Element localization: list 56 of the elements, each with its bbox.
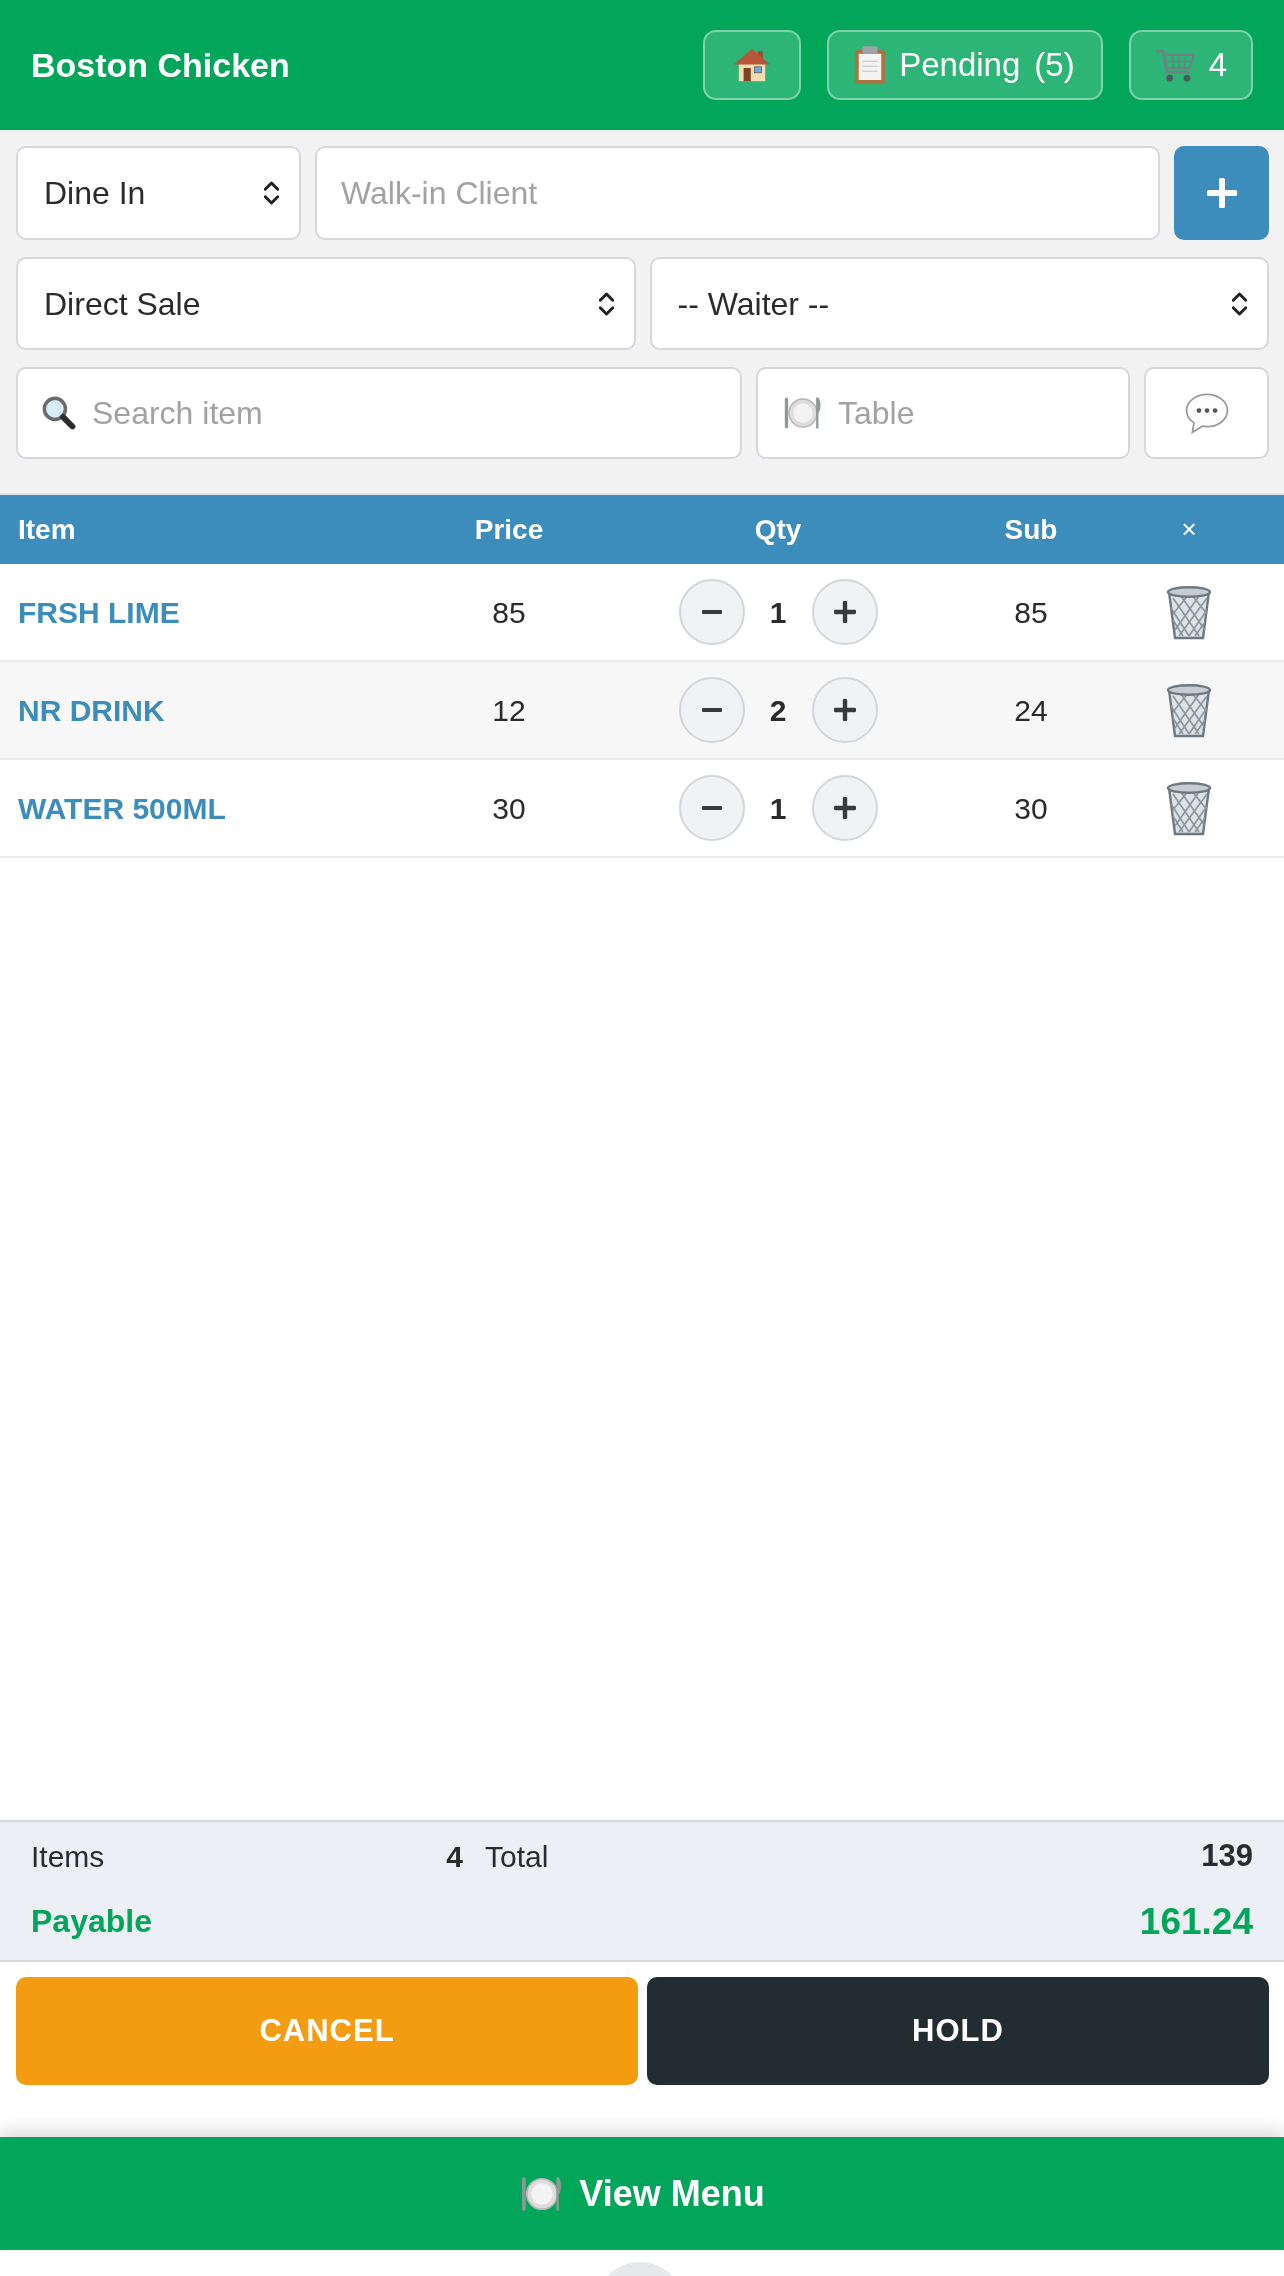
total-value: 139 [1201, 1837, 1253, 1875]
column-header: × [1181, 513, 1197, 546]
items-label: Items [31, 1838, 105, 1875]
items-count: 4 [446, 1838, 463, 1875]
home-button[interactable] [703, 30, 802, 100]
clipboard-icon [855, 46, 886, 84]
waiter-select[interactable]: -- Waiter -- [649, 257, 1269, 350]
trash-icon[interactable] [1165, 779, 1213, 837]
subtotal-cell-text: 30 [1014, 790, 1048, 827]
price-cell-text: 85 [492, 594, 526, 631]
app-title: Boston Chicken [31, 44, 290, 86]
add-client-button[interactable] [1174, 146, 1269, 240]
speech-bubble-icon [1184, 392, 1229, 434]
search-field[interactable]: Search item [16, 367, 742, 459]
plus-icon [833, 601, 856, 623]
client-field[interactable]: Walk-in Client [315, 146, 1160, 240]
minus-icon [701, 708, 722, 712]
pending-button[interactable]: Pending (5) [827, 30, 1103, 100]
house-icon [734, 48, 771, 82]
item-name[interactable]: WATER 500ML [18, 791, 226, 825]
column-header: Item [18, 513, 76, 545]
quantity-value: 1 [768, 594, 788, 631]
price-cell-text: 30 [492, 790, 526, 827]
search-icon [42, 396, 76, 430]
minus-icon [701, 610, 722, 614]
minus-icon [701, 806, 722, 810]
chevron-updown-icon [598, 291, 614, 316]
plus-icon [833, 797, 856, 819]
total-label: Total [485, 1838, 549, 1875]
column-header: Price [474, 512, 544, 547]
hold-button[interactable]: HOLD [647, 1977, 1269, 2085]
payable-label: Payable [31, 1902, 152, 1942]
chevron-updown-icon [264, 181, 279, 205]
quantity-value: 1 [768, 790, 788, 827]
sale-type-select[interactable]: Direct Sale [16, 257, 636, 350]
comment-button[interactable] [1144, 367, 1269, 459]
subtotal-cell-text: 24 [1014, 692, 1048, 729]
plus-icon [833, 699, 856, 721]
item-name[interactable]: FRSH LIME [18, 595, 180, 629]
item-name[interactable]: NR DRINK [18, 693, 165, 727]
table-field[interactable]: Table [756, 367, 1130, 459]
cart-button[interactable]: 4 [1128, 30, 1253, 100]
chevron-updown-icon [1232, 291, 1247, 316]
plus-icon [1206, 178, 1237, 208]
column-header: Sub [1004, 512, 1058, 547]
trash-icon[interactable] [1165, 681, 1213, 739]
payable-value: 161.24 [1139, 1899, 1253, 1944]
quantity-value: 2 [768, 692, 788, 729]
trash-icon[interactable] [1165, 583, 1213, 641]
cancel-button[interactable]: CANCEL [16, 1977, 638, 2085]
price-cell-text: 12 [492, 692, 526, 729]
cart-icon [1154, 47, 1195, 83]
subtotal-cell-text: 85 [1014, 594, 1048, 631]
column-header: Qty [754, 512, 802, 547]
order-type-select[interactable]: Dine In [16, 146, 301, 240]
view-menu-button[interactable]: View Menu [0, 2137, 1284, 2250]
